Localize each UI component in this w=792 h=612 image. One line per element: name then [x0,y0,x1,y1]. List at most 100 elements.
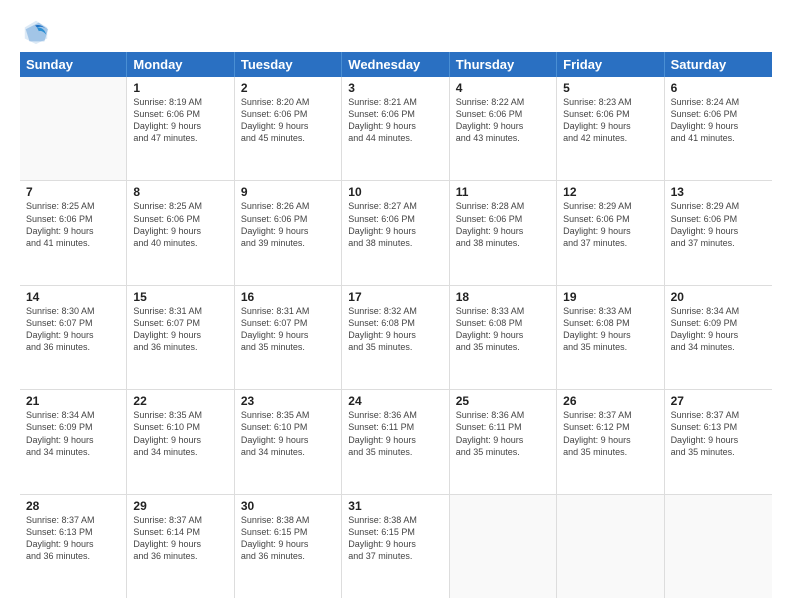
day-info-line-0: Sunrise: 8:28 AM [456,200,550,212]
day-cell-22: 22Sunrise: 8:35 AMSunset: 6:10 PMDayligh… [127,390,234,493]
day-info-line-0: Sunrise: 8:33 AM [456,305,550,317]
day-info-line-3: and 35 minutes. [456,341,550,353]
day-cell-12: 12Sunrise: 8:29 AMSunset: 6:06 PMDayligh… [557,181,664,284]
week-row-1: 1Sunrise: 8:19 AMSunset: 6:06 PMDaylight… [20,77,772,181]
day-info-line-1: Sunset: 6:14 PM [133,526,227,538]
day-cell-21: 21Sunrise: 8:34 AMSunset: 6:09 PMDayligh… [20,390,127,493]
day-cell-24: 24Sunrise: 8:36 AMSunset: 6:11 PMDayligh… [342,390,449,493]
day-number: 27 [671,394,766,408]
day-cell-13: 13Sunrise: 8:29 AMSunset: 6:06 PMDayligh… [665,181,772,284]
day-info-line-1: Sunset: 6:12 PM [563,421,657,433]
day-info-line-2: Daylight: 9 hours [241,434,335,446]
day-number: 15 [133,290,227,304]
day-info-line-3: and 42 minutes. [563,132,657,144]
header-day-tuesday: Tuesday [235,52,342,77]
day-cell-29: 29Sunrise: 8:37 AMSunset: 6:14 PMDayligh… [127,495,234,598]
day-info-line-1: Sunset: 6:06 PM [456,213,550,225]
day-info-line-2: Daylight: 9 hours [26,225,120,237]
day-info-line-2: Daylight: 9 hours [133,538,227,550]
day-cell-11: 11Sunrise: 8:28 AMSunset: 6:06 PMDayligh… [450,181,557,284]
day-info-line-3: and 35 minutes. [348,446,442,458]
day-info-line-1: Sunset: 6:15 PM [241,526,335,538]
week-row-3: 14Sunrise: 8:30 AMSunset: 6:07 PMDayligh… [20,286,772,390]
day-cell-8: 8Sunrise: 8:25 AMSunset: 6:06 PMDaylight… [127,181,234,284]
day-info-line-3: and 36 minutes. [133,341,227,353]
day-number: 22 [133,394,227,408]
day-info-line-2: Daylight: 9 hours [241,538,335,550]
day-info-line-0: Sunrise: 8:36 AM [456,409,550,421]
day-info-line-3: and 39 minutes. [241,237,335,249]
header-day-monday: Monday [127,52,234,77]
day-info-line-1: Sunset: 6:15 PM [348,526,442,538]
day-number: 12 [563,185,657,199]
day-info-line-1: Sunset: 6:06 PM [26,213,120,225]
day-info-line-0: Sunrise: 8:24 AM [671,96,766,108]
day-info-line-3: and 45 minutes. [241,132,335,144]
day-info-line-3: and 35 minutes. [241,341,335,353]
day-number: 31 [348,499,442,513]
day-cell-18: 18Sunrise: 8:33 AMSunset: 6:08 PMDayligh… [450,286,557,389]
day-info-line-2: Daylight: 9 hours [456,120,550,132]
day-info-line-2: Daylight: 9 hours [456,329,550,341]
day-info-line-1: Sunset: 6:11 PM [348,421,442,433]
calendar-header: SundayMondayTuesdayWednesdayThursdayFrid… [20,52,772,77]
day-info-line-2: Daylight: 9 hours [348,225,442,237]
day-cell-16: 16Sunrise: 8:31 AMSunset: 6:07 PMDayligh… [235,286,342,389]
day-number: 18 [456,290,550,304]
header [20,18,772,42]
day-cell-31: 31Sunrise: 8:38 AMSunset: 6:15 PMDayligh… [342,495,449,598]
day-info-line-1: Sunset: 6:06 PM [671,108,766,120]
day-info-line-2: Daylight: 9 hours [456,225,550,237]
day-cell-28: 28Sunrise: 8:37 AMSunset: 6:13 PMDayligh… [20,495,127,598]
day-info-line-1: Sunset: 6:08 PM [348,317,442,329]
day-info-line-2: Daylight: 9 hours [563,225,657,237]
day-info-line-0: Sunrise: 8:19 AM [133,96,227,108]
day-info-line-2: Daylight: 9 hours [348,329,442,341]
day-info-line-3: and 34 minutes. [241,446,335,458]
day-info-line-2: Daylight: 9 hours [348,120,442,132]
day-info-line-0: Sunrise: 8:31 AM [133,305,227,317]
day-info-line-3: and 35 minutes. [563,341,657,353]
day-info-line-1: Sunset: 6:11 PM [456,421,550,433]
day-info-line-3: and 47 minutes. [133,132,227,144]
day-info-line-1: Sunset: 6:07 PM [241,317,335,329]
day-cell-17: 17Sunrise: 8:32 AMSunset: 6:08 PMDayligh… [342,286,449,389]
day-info-line-0: Sunrise: 8:37 AM [563,409,657,421]
day-cell-9: 9Sunrise: 8:26 AMSunset: 6:06 PMDaylight… [235,181,342,284]
day-info-line-3: and 35 minutes. [348,341,442,353]
day-info-line-0: Sunrise: 8:37 AM [671,409,766,421]
header-day-wednesday: Wednesday [342,52,449,77]
day-number: 2 [241,81,335,95]
day-number: 10 [348,185,442,199]
day-info-line-2: Daylight: 9 hours [348,434,442,446]
header-day-saturday: Saturday [665,52,772,77]
day-number: 9 [241,185,335,199]
day-info-line-3: and 41 minutes. [671,132,766,144]
day-cell-30: 30Sunrise: 8:38 AMSunset: 6:15 PMDayligh… [235,495,342,598]
day-info-line-3: and 35 minutes. [671,446,766,458]
day-cell-6: 6Sunrise: 8:24 AMSunset: 6:06 PMDaylight… [665,77,772,180]
day-info-line-1: Sunset: 6:06 PM [133,213,227,225]
day-info-line-0: Sunrise: 8:26 AM [241,200,335,212]
day-info-line-2: Daylight: 9 hours [563,434,657,446]
day-info-line-2: Daylight: 9 hours [133,120,227,132]
day-info-line-0: Sunrise: 8:29 AM [563,200,657,212]
day-info-line-1: Sunset: 6:10 PM [241,421,335,433]
day-info-line-3: and 34 minutes. [133,446,227,458]
day-info-line-1: Sunset: 6:06 PM [241,108,335,120]
day-info-line-3: and 36 minutes. [26,341,120,353]
day-info-line-2: Daylight: 9 hours [133,329,227,341]
header-day-friday: Friday [557,52,664,77]
day-info-line-0: Sunrise: 8:20 AM [241,96,335,108]
day-cell-2: 2Sunrise: 8:20 AMSunset: 6:06 PMDaylight… [235,77,342,180]
empty-cell-0-0 [20,77,127,180]
day-info-line-1: Sunset: 6:06 PM [133,108,227,120]
logo-icon [22,18,50,46]
day-info-line-0: Sunrise: 8:34 AM [26,409,120,421]
day-info-line-3: and 37 minutes. [671,237,766,249]
day-info-line-0: Sunrise: 8:29 AM [671,200,766,212]
day-number: 25 [456,394,550,408]
day-info-line-3: and 34 minutes. [26,446,120,458]
calendar-body: 1Sunrise: 8:19 AMSunset: 6:06 PMDaylight… [20,77,772,598]
day-info-line-2: Daylight: 9 hours [241,329,335,341]
